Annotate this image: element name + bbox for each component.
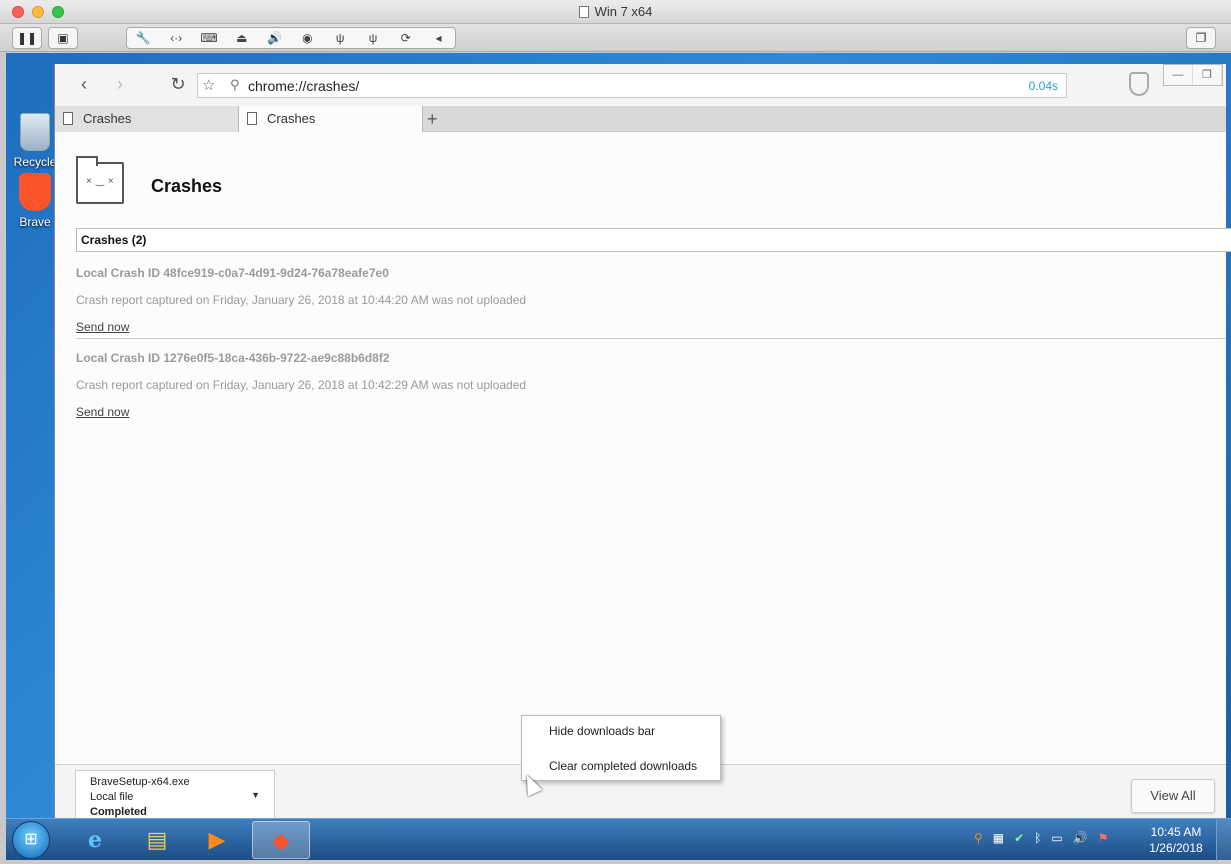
back-arrow-icon: ‹ [81, 74, 87, 94]
search-icon: ⚲ [230, 77, 240, 92]
system-tray: ⚲ ▦ ✔ ᛒ ▭ 🔊 ⚑ [974, 831, 1108, 845]
hide-downloads-bar-item[interactable]: Hide downloads bar [549, 724, 655, 738]
url-bar[interactable]: ☆ ⚲ chrome://crashes/ 0.04s [197, 73, 1067, 98]
sad-folder-icon: ×‿× [76, 156, 124, 204]
start-button[interactable]: ⊞ [12, 821, 50, 859]
volume-icon[interactable]: 🔊 [1073, 831, 1088, 845]
recycle-bin-shortcut[interactable]: Recycle [12, 113, 58, 169]
sound-icon[interactable]: 🔊 [265, 31, 285, 45]
page-title: Crashes [151, 176, 223, 196]
snapshot-icon: ▣ [57, 31, 69, 45]
vm-title: Win 7 x64 [594, 4, 653, 19]
download-source: Local file [90, 791, 134, 803]
brave-shortcut-label: Brave [19, 215, 51, 229]
drive-icon[interactable]: ⏏ [232, 31, 252, 45]
usb-icon[interactable]: ψ [363, 31, 383, 45]
keyboard-icon[interactable]: ⌨ [199, 31, 219, 45]
windows-logo-icon: ⊞ [24, 831, 38, 848]
downloads-context-menu: Hide downloads bar Clear completed downl… [521, 715, 721, 781]
vm-device-toolbar: 🔧 ‹·› ⌨ ⏏ 🔊 ◉ ψ ψ ⟳ ◂ [126, 27, 456, 49]
crash-item: Local Crash ID 1276e0f5-18ca-436b-9722-a… [76, 351, 1231, 419]
send-now-link[interactable]: Send now [76, 320, 1231, 334]
minimize-icon[interactable]: — [1164, 65, 1193, 85]
view-all-button[interactable]: View All [1131, 779, 1215, 813]
clock-time: 10:45 AM [1150, 825, 1202, 839]
forward-button[interactable]: › [109, 74, 131, 95]
tab-label: Crashes [83, 111, 132, 126]
bookmark-star-icon[interactable]: ☆ [202, 76, 215, 94]
crashes-section-header: Crashes (2) [76, 228, 1231, 252]
crash-item: Local Crash ID 48fce919-c0a7-4d91-9d24-7… [76, 266, 1231, 334]
usb-icon[interactable]: ψ [330, 31, 350, 45]
brave-shield-icon[interactable] [1129, 72, 1149, 96]
taskbar-clock[interactable]: 10:45 AM 1/26/2018 [1141, 824, 1211, 856]
load-time: 0.04s [1028, 79, 1058, 93]
recycle-bin-icon [20, 113, 50, 151]
dropdown-arrow-icon[interactable]: ▼ [251, 788, 260, 803]
vm-document-icon [578, 6, 589, 18]
brave-lion-icon [19, 173, 51, 211]
browser-window: ‹ › ↻ ☆ ⚲ chrome://crashes/ 0.04s — ❐ Cr… [54, 64, 1231, 820]
sync-icon[interactable]: ⟳ [396, 31, 416, 45]
tab-crashes-1[interactable]: Crashes [55, 106, 239, 132]
clock-date: 1/26/2018 [1149, 841, 1203, 855]
brave-shortcut[interactable]: Brave [12, 173, 58, 229]
reload-button[interactable]: ↻ [167, 74, 189, 95]
restore-icon[interactable]: ❐ [1193, 65, 1222, 85]
tab-strip: Crashes Crashes + [55, 106, 1226, 133]
brave-taskbar-icon[interactable]: ◆ [252, 821, 310, 859]
clear-completed-downloads-item[interactable]: Clear completed downloads [549, 759, 697, 773]
folder-icon[interactable]: ▤ [128, 821, 186, 859]
window-mode-button[interactable]: ❐ [1186, 27, 1216, 49]
browser-window-controls: — ❐ [1163, 64, 1223, 86]
navigation-bar: ‹ › ↻ ☆ ⚲ chrome://crashes/ 0.04s — ❐ [55, 64, 1226, 106]
new-tab-button[interactable]: + [427, 106, 438, 132]
network-tray-icon[interactable]: ▭ [1051, 831, 1062, 845]
tab-label: Crashes [267, 111, 316, 126]
tab-crashes-2[interactable]: Crashes [239, 106, 423, 133]
vm-title-bar: Win 7 x64 [0, 0, 1231, 24]
wrench-icon[interactable]: 🔧 [133, 31, 153, 45]
download-item[interactable]: BraveSetup-x64.exe Local file Completed … [75, 770, 275, 820]
recycle-bin-label: Recycle [13, 155, 57, 169]
pause-icon: ❚❚ [16, 31, 38, 45]
send-now-link[interactable]: Send now [76, 405, 1231, 419]
internet-explorer-icon[interactable]: e [66, 821, 124, 859]
page-icon [247, 112, 257, 125]
crash-description: Crash report captured on Friday, January… [76, 378, 527, 392]
camera-icon[interactable]: ◉ [297, 31, 317, 45]
copy-icon: ❐ [1195, 31, 1207, 45]
snapshot-button[interactable]: ▣ [48, 27, 78, 49]
back-button[interactable]: ‹ [73, 74, 95, 95]
crash-id: Local Crash ID 48fce919-c0a7-4d91-9d24-7… [76, 266, 389, 280]
media-player-icon[interactable]: ▶ [188, 821, 246, 859]
crash-id: Local Crash ID 1276e0f5-18ca-436b-9722-a… [76, 351, 390, 365]
security-tray-icon[interactable]: ✔ [1014, 831, 1024, 845]
vm-toolbar: ❚❚ ▣ 🔧 ‹·› ⌨ ⏏ 🔊 ◉ ψ ψ ⟳ ◂ ❐ [0, 24, 1231, 52]
crash-divider [76, 338, 1226, 339]
url-text[interactable]: chrome://crashes/ [248, 78, 359, 94]
bluetooth-icon[interactable]: ᛒ [1034, 831, 1041, 845]
network-icon[interactable]: ‹·› [166, 31, 186, 45]
crash-description: Crash report captured on Friday, January… [76, 293, 527, 307]
show-desktop-button[interactable] [1216, 819, 1231, 861]
reload-icon: ↻ [170, 74, 186, 94]
windows-taskbar: ⊞ e ▤ ▶ ◆ ⚲ ▦ ✔ ᛒ ▭ 🔊 ⚑ 10:45 AM 1/26/20… [6, 818, 1231, 861]
page-icon [63, 112, 73, 125]
vm-tray-icon[interactable]: ▦ [993, 831, 1004, 845]
action-center-icon[interactable]: ⚑ [1098, 831, 1109, 845]
pause-button[interactable]: ❚❚ [12, 27, 42, 49]
download-filename: BraveSetup-x64.exe [90, 776, 190, 788]
search-tray-icon[interactable]: ⚲ [974, 831, 983, 845]
plus-icon: + [427, 109, 438, 129]
page-content: ×‿× Crashes Crashes (2) Local Crash ID 4… [55, 132, 1231, 764]
collapse-icon[interactable]: ◂ [429, 31, 449, 45]
forward-arrow-icon: › [117, 74, 123, 94]
